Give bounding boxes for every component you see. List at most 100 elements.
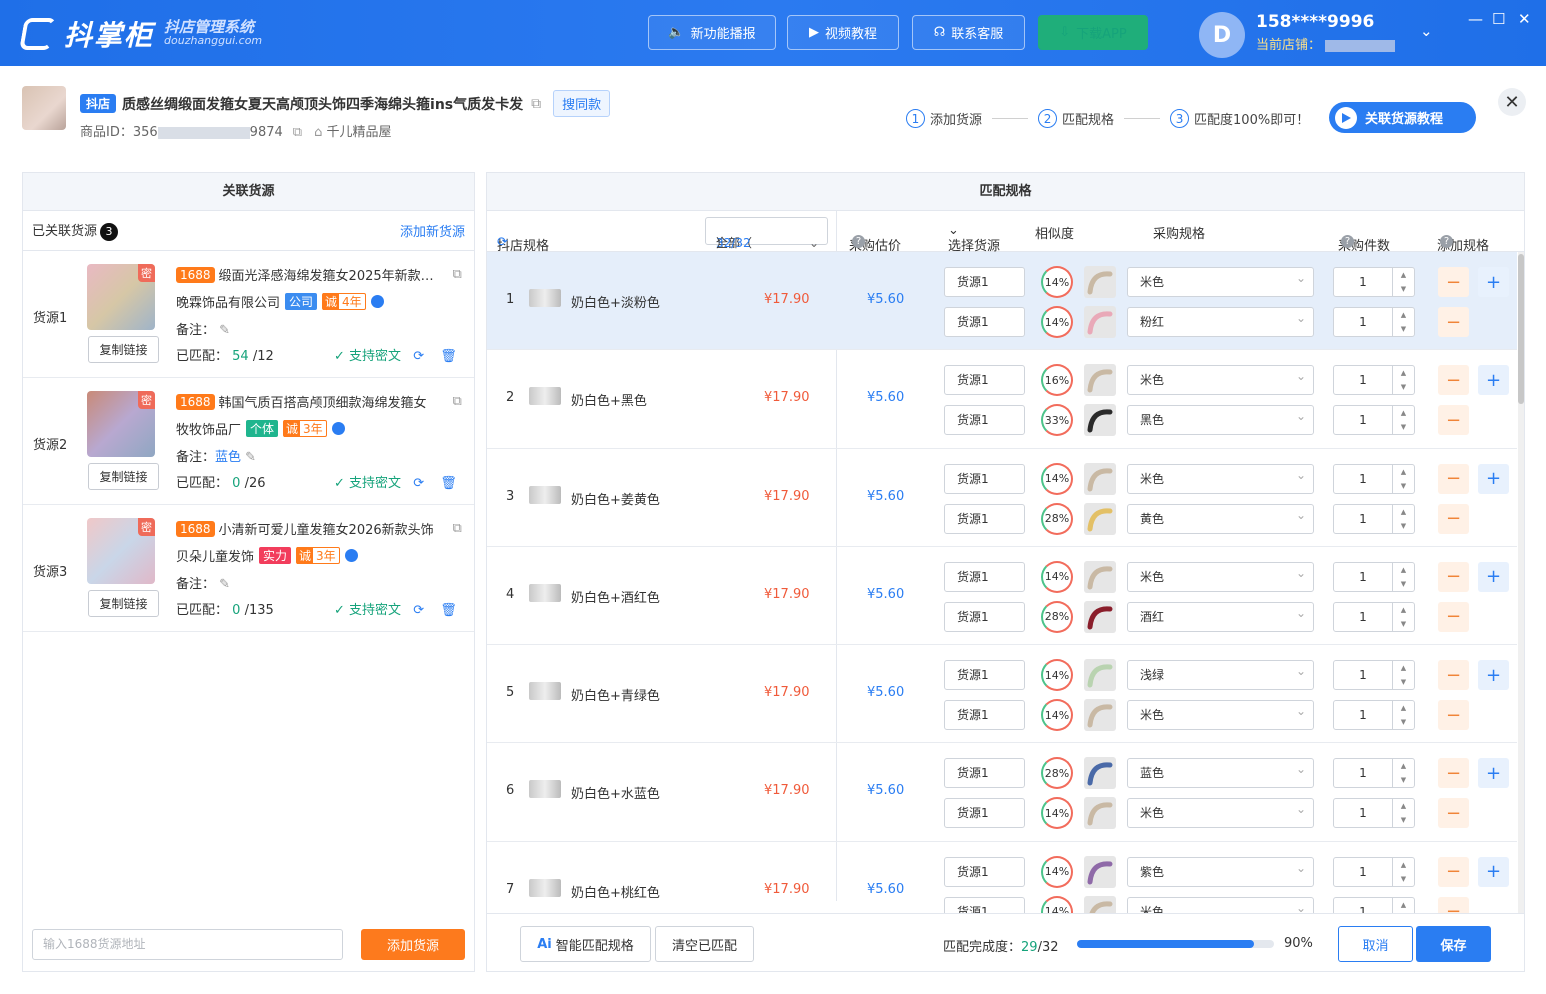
quantity-stepper[interactable]: 1▲▼ xyxy=(1333,601,1415,632)
decrement-icon[interactable]: ▼ xyxy=(1401,482,1406,490)
copy-link-button[interactable]: 复制链接 xyxy=(88,336,159,363)
source-select[interactable]: 货源1 xyxy=(944,503,1025,534)
chat-icon[interactable] xyxy=(370,295,384,308)
decrement-icon[interactable]: ▼ xyxy=(1401,423,1406,431)
quantity-stepper[interactable]: 1▲▼ xyxy=(1333,307,1415,337)
copy-id-icon[interactable]: ⧉ xyxy=(293,125,302,140)
chat-icon[interactable] xyxy=(344,549,358,562)
add-new-source-link[interactable]: 添加新货源 xyxy=(400,221,465,240)
purchase-spec-select[interactable]: 米色 xyxy=(1127,362,1314,396)
delete-icon[interactable]: 🗑 xyxy=(440,349,457,364)
quantity-stepper[interactable]: 1▲▼ xyxy=(1333,700,1415,731)
source-select[interactable]: 货源1 xyxy=(944,700,1025,731)
refresh-icon[interactable]: ⟳ xyxy=(413,349,424,364)
download-app-button[interactable]: ⇩ 下载APP xyxy=(1038,15,1148,50)
increment-icon[interactable]: ▲ xyxy=(1401,606,1406,614)
account-info[interactable]: 158****9996 当前店铺： xyxy=(1256,12,1396,53)
avatar[interactable]: D xyxy=(1199,12,1245,58)
copy-icon[interactable]: ⧉ xyxy=(453,521,462,536)
copy-link-button[interactable]: 复制链接 xyxy=(88,590,159,617)
source-select[interactable]: 货源1 xyxy=(944,856,1025,887)
add-spec-button[interactable]: + xyxy=(1478,365,1509,396)
help-icon[interactable]: ? xyxy=(1341,235,1354,248)
increment-icon[interactable]: ▲ xyxy=(1401,468,1406,476)
delete-icon[interactable]: 🗑 xyxy=(440,476,457,491)
remove-spec-button[interactable]: − xyxy=(1438,365,1469,396)
decrement-icon[interactable]: ▼ xyxy=(1401,325,1406,333)
decrement-icon[interactable]: ▼ xyxy=(1401,816,1406,824)
source-address-input[interactable]: 输入1688货源地址 xyxy=(32,929,343,960)
increment-icon[interactable]: ▲ xyxy=(1401,369,1406,377)
quantity-stepper[interactable]: 1▲▼ xyxy=(1333,758,1415,789)
increment-icon[interactable]: ▲ xyxy=(1401,861,1406,869)
purchase-spec-select[interactable]: 米色 xyxy=(1127,697,1314,731)
close-dialog-button[interactable]: ✕ xyxy=(1498,88,1526,116)
source-title[interactable]: 缎面光泽感海绵发箍女2025年新款高颅顶 xyxy=(219,265,439,284)
remove-spec-button[interactable]: − xyxy=(1438,561,1469,592)
remove-spec-button[interactable]: − xyxy=(1438,405,1469,436)
remove-spec-button[interactable]: − xyxy=(1438,601,1469,632)
refresh-icon[interactable]: ⟳ xyxy=(413,476,424,491)
spec-filter-select[interactable]: 全部（ 32/32） ⌄ xyxy=(705,217,828,250)
edit-icon[interactable]: ✎ xyxy=(219,323,230,338)
cancel-button[interactable]: 取消 xyxy=(1338,926,1413,962)
add-spec-button[interactable]: + xyxy=(1478,267,1509,297)
clear-matched-button[interactable]: 清空已匹配 xyxy=(655,926,754,962)
increment-icon[interactable]: ▲ xyxy=(1401,271,1406,279)
add-spec-button[interactable]: + xyxy=(1478,856,1509,887)
contact-support-button[interactable]: ☊ 联系客服 xyxy=(912,15,1025,50)
purchase-spec-select[interactable]: 紫色 xyxy=(1127,854,1314,887)
video-tutorial-button[interactable]: ▶ 视频教程 xyxy=(787,15,899,50)
quantity-stepper[interactable]: 1▲▼ xyxy=(1333,365,1415,396)
scrollbar[interactable] xyxy=(1518,252,1524,914)
quantity-stepper[interactable]: 1▲▼ xyxy=(1333,463,1415,494)
quantity-stepper[interactable]: 1▲▼ xyxy=(1333,660,1415,691)
save-button[interactable]: 保存 xyxy=(1416,926,1491,962)
purchase-spec-select[interactable]: 米色 xyxy=(1127,795,1314,829)
source-select[interactable]: 货源1 xyxy=(944,896,1025,914)
decrement-icon[interactable]: ▼ xyxy=(1401,580,1406,588)
purchase-spec-select[interactable]: 米色 xyxy=(1127,264,1314,297)
add-spec-button[interactable]: + xyxy=(1478,463,1509,494)
quantity-stepper[interactable]: 1▲▼ xyxy=(1333,503,1415,534)
source-title[interactable]: 韩国气质百搭高颅顶细款海绵发箍女 xyxy=(219,392,439,411)
maximize-icon[interactable]: ☐ xyxy=(1492,10,1505,28)
remove-spec-button[interactable]: − xyxy=(1438,896,1469,914)
minimize-icon[interactable]: — xyxy=(1468,10,1483,28)
purchase-spec-select[interactable]: 黑色 xyxy=(1127,402,1314,436)
source-title[interactable]: 小清新可爱儿童发箍女2026新款头饰 xyxy=(219,519,439,538)
increment-icon[interactable]: ▲ xyxy=(1401,664,1406,672)
source-select[interactable]: 货源1 xyxy=(944,307,1025,337)
source-select[interactable]: 货源1 xyxy=(944,463,1025,494)
quantity-stepper[interactable]: 1▲▼ xyxy=(1333,896,1415,914)
remove-spec-button[interactable]: − xyxy=(1438,660,1469,691)
increment-icon[interactable]: ▲ xyxy=(1401,704,1406,712)
add-spec-button[interactable]: + xyxy=(1478,660,1509,691)
remove-spec-button[interactable]: − xyxy=(1438,758,1469,789)
chevron-down-icon[interactable]: ⌄ xyxy=(1420,22,1433,40)
remove-spec-button[interactable]: − xyxy=(1438,700,1469,731)
quantity-stepper[interactable]: 1▲▼ xyxy=(1333,267,1415,297)
purchase-spec-select[interactable]: 米色 xyxy=(1127,461,1314,494)
refresh-icon[interactable]: ⟳ xyxy=(413,603,424,618)
decrement-icon[interactable]: ▼ xyxy=(1401,718,1406,726)
increment-icon[interactable]: ▲ xyxy=(1401,762,1406,770)
remove-spec-button[interactable]: − xyxy=(1438,503,1469,534)
source-select[interactable]: 货源1 xyxy=(944,798,1025,829)
decrement-icon[interactable]: ▼ xyxy=(1401,620,1406,628)
purchase-spec-select[interactable]: 粉红 xyxy=(1127,304,1314,337)
quantity-stepper[interactable]: 1▲▼ xyxy=(1333,856,1415,887)
col-choose-source[interactable]: 选择货源 ⌄ xyxy=(948,223,1000,254)
add-spec-button[interactable]: + xyxy=(1478,561,1509,592)
add-source-button[interactable]: 添加货源 xyxy=(361,929,465,960)
smart-match-button[interactable]: Ai 智能匹配规格 xyxy=(520,926,651,962)
purchase-spec-select[interactable]: 黄色 xyxy=(1127,501,1314,534)
increment-icon[interactable]: ▲ xyxy=(1401,311,1406,319)
purchase-spec-select[interactable]: 米色 xyxy=(1127,894,1314,914)
increment-icon[interactable]: ▲ xyxy=(1401,409,1406,417)
remove-spec-button[interactable]: − xyxy=(1438,463,1469,494)
decrement-icon[interactable]: ▼ xyxy=(1401,285,1406,293)
search-same-button[interactable]: 搜同款 xyxy=(553,90,611,117)
decrement-icon[interactable]: ▼ xyxy=(1401,776,1406,784)
source-select[interactable]: 货源1 xyxy=(944,561,1025,592)
